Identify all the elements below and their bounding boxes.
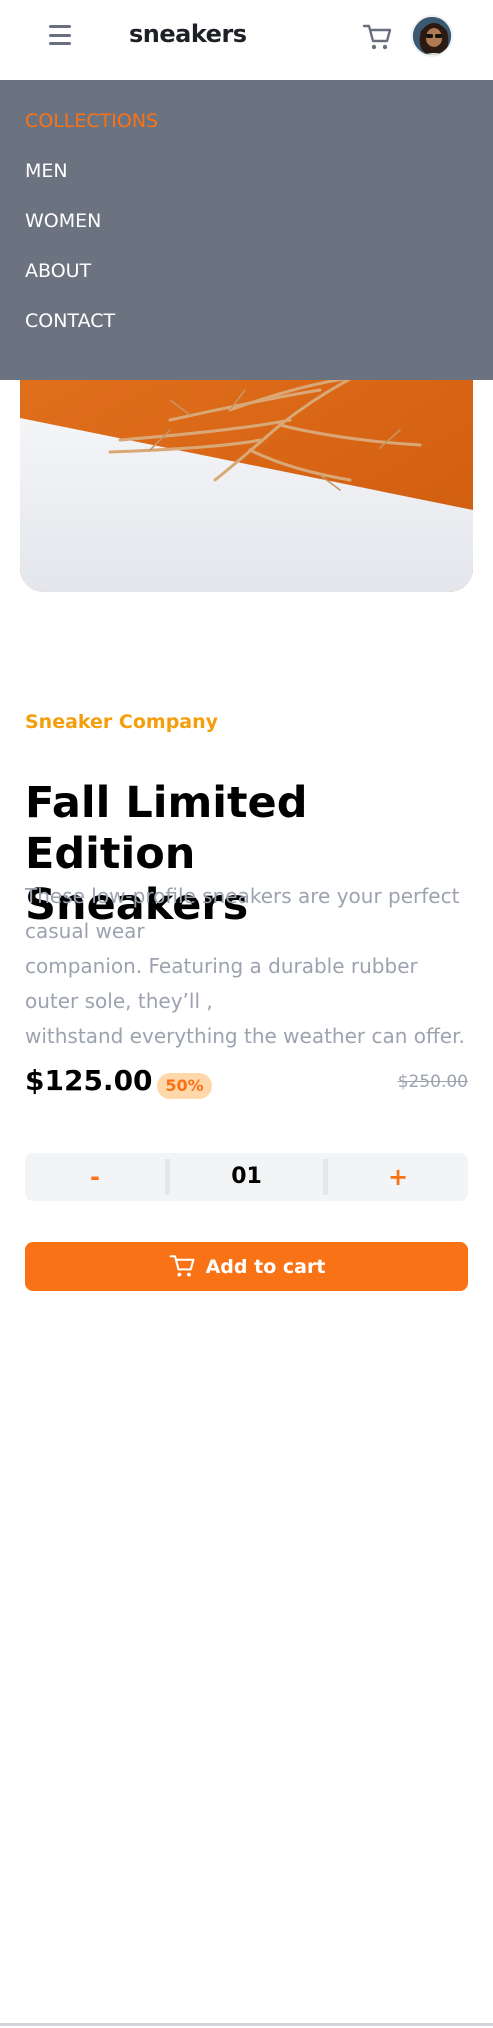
nav-item-men[interactable]: MEN (25, 160, 68, 182)
discount-badge: 50% (157, 1073, 212, 1099)
description-line: These low-profile sneakers are your perf… (25, 884, 460, 908)
nav-menu: COLLECTIONS MEN WOMEN ABOUT CONTACT (0, 80, 493, 380)
description-line: withstand everything the weather can off… (25, 1024, 465, 1048)
header: sneakers (0, 0, 493, 80)
add-to-cart-label: Add to cart (205, 1255, 326, 1278)
description-line: companion. Featuring a durable rubber (25, 954, 418, 978)
description-line: outer sole, they’ll , (25, 989, 213, 1013)
add-to-cart-button[interactable]: Add to cart (25, 1242, 468, 1291)
cart-icon[interactable] (361, 20, 393, 52)
nav-item-collections[interactable]: COLLECTIONS (25, 110, 158, 132)
nav-item-women[interactable]: WOMEN (25, 210, 101, 232)
increase-quantity-button[interactable]: + (328, 1153, 468, 1201)
current-price: $125.00 (25, 1064, 153, 1097)
nav-item-about[interactable]: ABOUT (25, 260, 91, 282)
quantity-stepper: - 01 + (25, 1153, 468, 1201)
cart-icon (168, 1251, 196, 1283)
avatar[interactable] (411, 15, 453, 57)
divider (0, 2023, 493, 2026)
quantity-value: 01 (231, 1164, 262, 1189)
title-line-1: Fall Limited Edition (25, 778, 308, 879)
company-name: Sneaker Company (25, 711, 219, 733)
product-description: These low-profile sneakers are your perf… (25, 879, 475, 1054)
decrease-quantity-button[interactable]: - (25, 1153, 165, 1201)
hamburger-icon[interactable] (49, 25, 71, 45)
description-line: casual wear (25, 919, 145, 943)
logo[interactable]: sneakers (129, 20, 247, 48)
original-price: $250.00 (397, 1072, 468, 1092)
nav-item-contact[interactable]: CONTACT (25, 310, 115, 332)
